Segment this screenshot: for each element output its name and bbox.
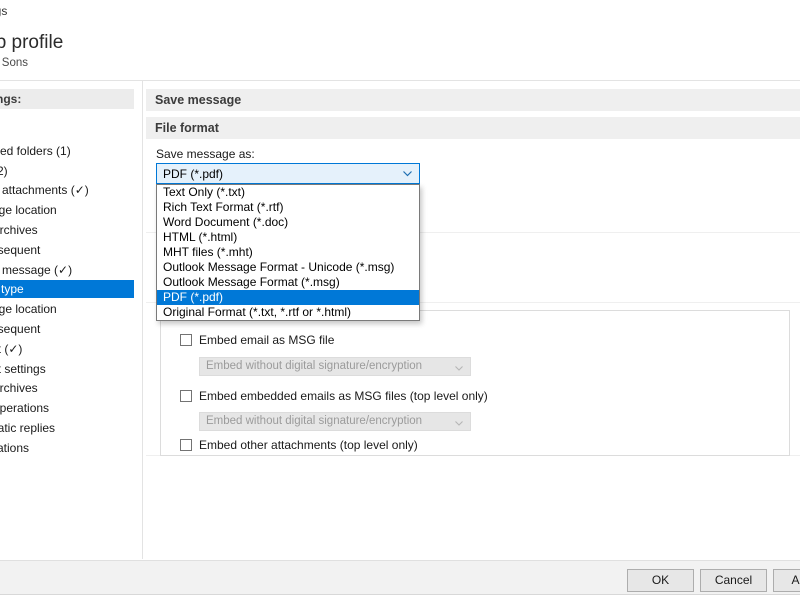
title-bar: ettings <box>0 0 800 24</box>
embed-email-signature-combobox: Embed without digital signature/encrypti… <box>199 357 471 376</box>
page-title: et up profile <box>0 32 63 54</box>
apply-button[interactable]: Apply <box>773 569 800 592</box>
file-format-combobox-value: PDF (*.pdf) <box>163 167 223 181</box>
settings-sidebar: ettings: al tored folders (1) (2)re attach… <box>0 81 143 559</box>
sidebar-item[interactable]: re attachments (✓) <box>0 181 134 199</box>
embed-embedded-emails-label: Embed embedded emails as MSG files (top … <box>199 389 488 403</box>
settings-content-panel: Save message File format Save message as… <box>143 81 800 559</box>
sidebar-item[interactable]: re message (✓) <box>0 261 134 279</box>
sidebar-item[interactable]: natic replies <box>0 419 134 437</box>
sidebar-item[interactable]: archives <box>0 221 134 239</box>
dropdown-option[interactable]: PDF (*.pdf) <box>157 290 419 305</box>
sidebar-item-label: e type <box>0 280 24 298</box>
sidebar-item-label: operations <box>0 399 49 417</box>
embedding-groupbox: Embedding Embed email as MSG file Embed … <box>160 310 790 456</box>
file-format-dropdown-list[interactable]: Text Only (*.txt)Rich Text Format (*.rtf… <box>156 184 420 321</box>
sidebar-item[interactable]: rage location <box>0 300 134 318</box>
sidebar-item[interactable]: rage location <box>0 201 134 219</box>
sidebar-item-label: rage location <box>0 300 57 318</box>
chevron-down-icon <box>454 417 464 427</box>
embed-embedded-signature-combobox: Embed without digital signature/encrypti… <box>199 412 471 431</box>
sidebar-item-label: osequent <box>0 241 40 259</box>
embed-email-signature-value: Embed without digital signature/encrypti… <box>206 360 422 372</box>
dropdown-option[interactable]: MHT files (*.mht) <box>157 245 419 260</box>
sidebar-item[interactable]: archives <box>0 379 134 397</box>
sidebar-item[interactable]: e type <box>0 280 134 298</box>
sidebar-item-label: archives <box>0 221 38 239</box>
sidebar-item-label: nt (✓) <box>0 340 22 358</box>
embed-other-attachments-checkbox[interactable] <box>180 439 192 451</box>
sidebar-item-label: osequent <box>0 320 40 338</box>
ok-button[interactable]: OK <box>627 569 694 592</box>
sidebar-item[interactable]: osequent <box>0 241 134 259</box>
sidebar-item[interactable]: osequent <box>0 320 134 338</box>
sidebar-item-label: archives <box>0 379 38 397</box>
embed-embedded-signature-value: Embed without digital signature/encrypti… <box>206 415 422 427</box>
save-message-as-label: Save message as: <box>156 147 255 161</box>
sidebar-item[interactable]: nt settings <box>0 360 134 378</box>
sidebar-header-label: ettings: <box>0 92 21 106</box>
subsection-title-file-format: File format <box>146 117 800 139</box>
dialog-header: et up profile mith & Sons <box>0 24 800 81</box>
embed-other-attachments-label: Embed other attachments (top level only) <box>199 438 418 452</box>
sidebar-item-label: cations <box>0 439 29 457</box>
sidebar-item[interactable]: nt (✓) <box>0 340 134 358</box>
chevron-down-icon <box>454 362 464 372</box>
dropdown-option[interactable]: Word Document (*.doc) <box>157 215 419 230</box>
dropdown-option[interactable]: Text Only (*.txt) <box>157 185 419 200</box>
sidebar-item-label: re message (✓) <box>0 261 72 279</box>
sidebar-header: ettings: <box>0 89 134 109</box>
sidebar-item-label: (2) <box>0 162 8 180</box>
dropdown-option[interactable]: Rich Text Format (*.rtf) <box>157 200 419 215</box>
sidebar-item-label: re attachments (✓) <box>0 181 89 199</box>
embed-embedded-emails-checkbox[interactable] <box>180 390 192 402</box>
page-subtitle: mith & Sons <box>0 57 28 69</box>
sidebar-item[interactable]: operations <box>0 399 134 417</box>
dropdown-option[interactable]: Original Format (*.txt, *.rtf or *.html) <box>157 305 419 320</box>
dropdown-option[interactable]: Outlook Message Format (*.msg) <box>157 275 419 290</box>
settings-dialog-window: ettings et up profile mith & Sons etting… <box>0 0 800 600</box>
section-title-save-message: Save message <box>146 89 800 111</box>
file-format-combobox[interactable]: PDF (*.pdf) <box>156 163 420 184</box>
sidebar-item-label: tored folders (1) <box>0 142 71 160</box>
sidebar-item[interactable]: tored folders (1) <box>0 142 134 160</box>
cancel-button[interactable]: Cancel <box>700 569 767 592</box>
window-title: ettings <box>0 4 7 18</box>
dropdown-option[interactable]: Outlook Message Format - Unicode (*.msg) <box>157 260 419 275</box>
sidebar-item-label: nt settings <box>0 360 46 378</box>
sidebar-item-label: rage location <box>0 201 57 219</box>
sidebar-item[interactable]: (2) <box>0 162 134 180</box>
embed-email-as-msg-checkbox[interactable] <box>180 334 192 346</box>
sidebar-item[interactable]: cations <box>0 439 134 457</box>
sidebar-item-label: natic replies <box>0 419 55 437</box>
chevron-down-icon <box>402 168 413 179</box>
dropdown-option[interactable]: HTML (*.html) <box>157 230 419 245</box>
embed-email-as-msg-label: Embed email as MSG file <box>199 333 334 347</box>
sidebar-item[interactable]: al <box>0 122 134 140</box>
